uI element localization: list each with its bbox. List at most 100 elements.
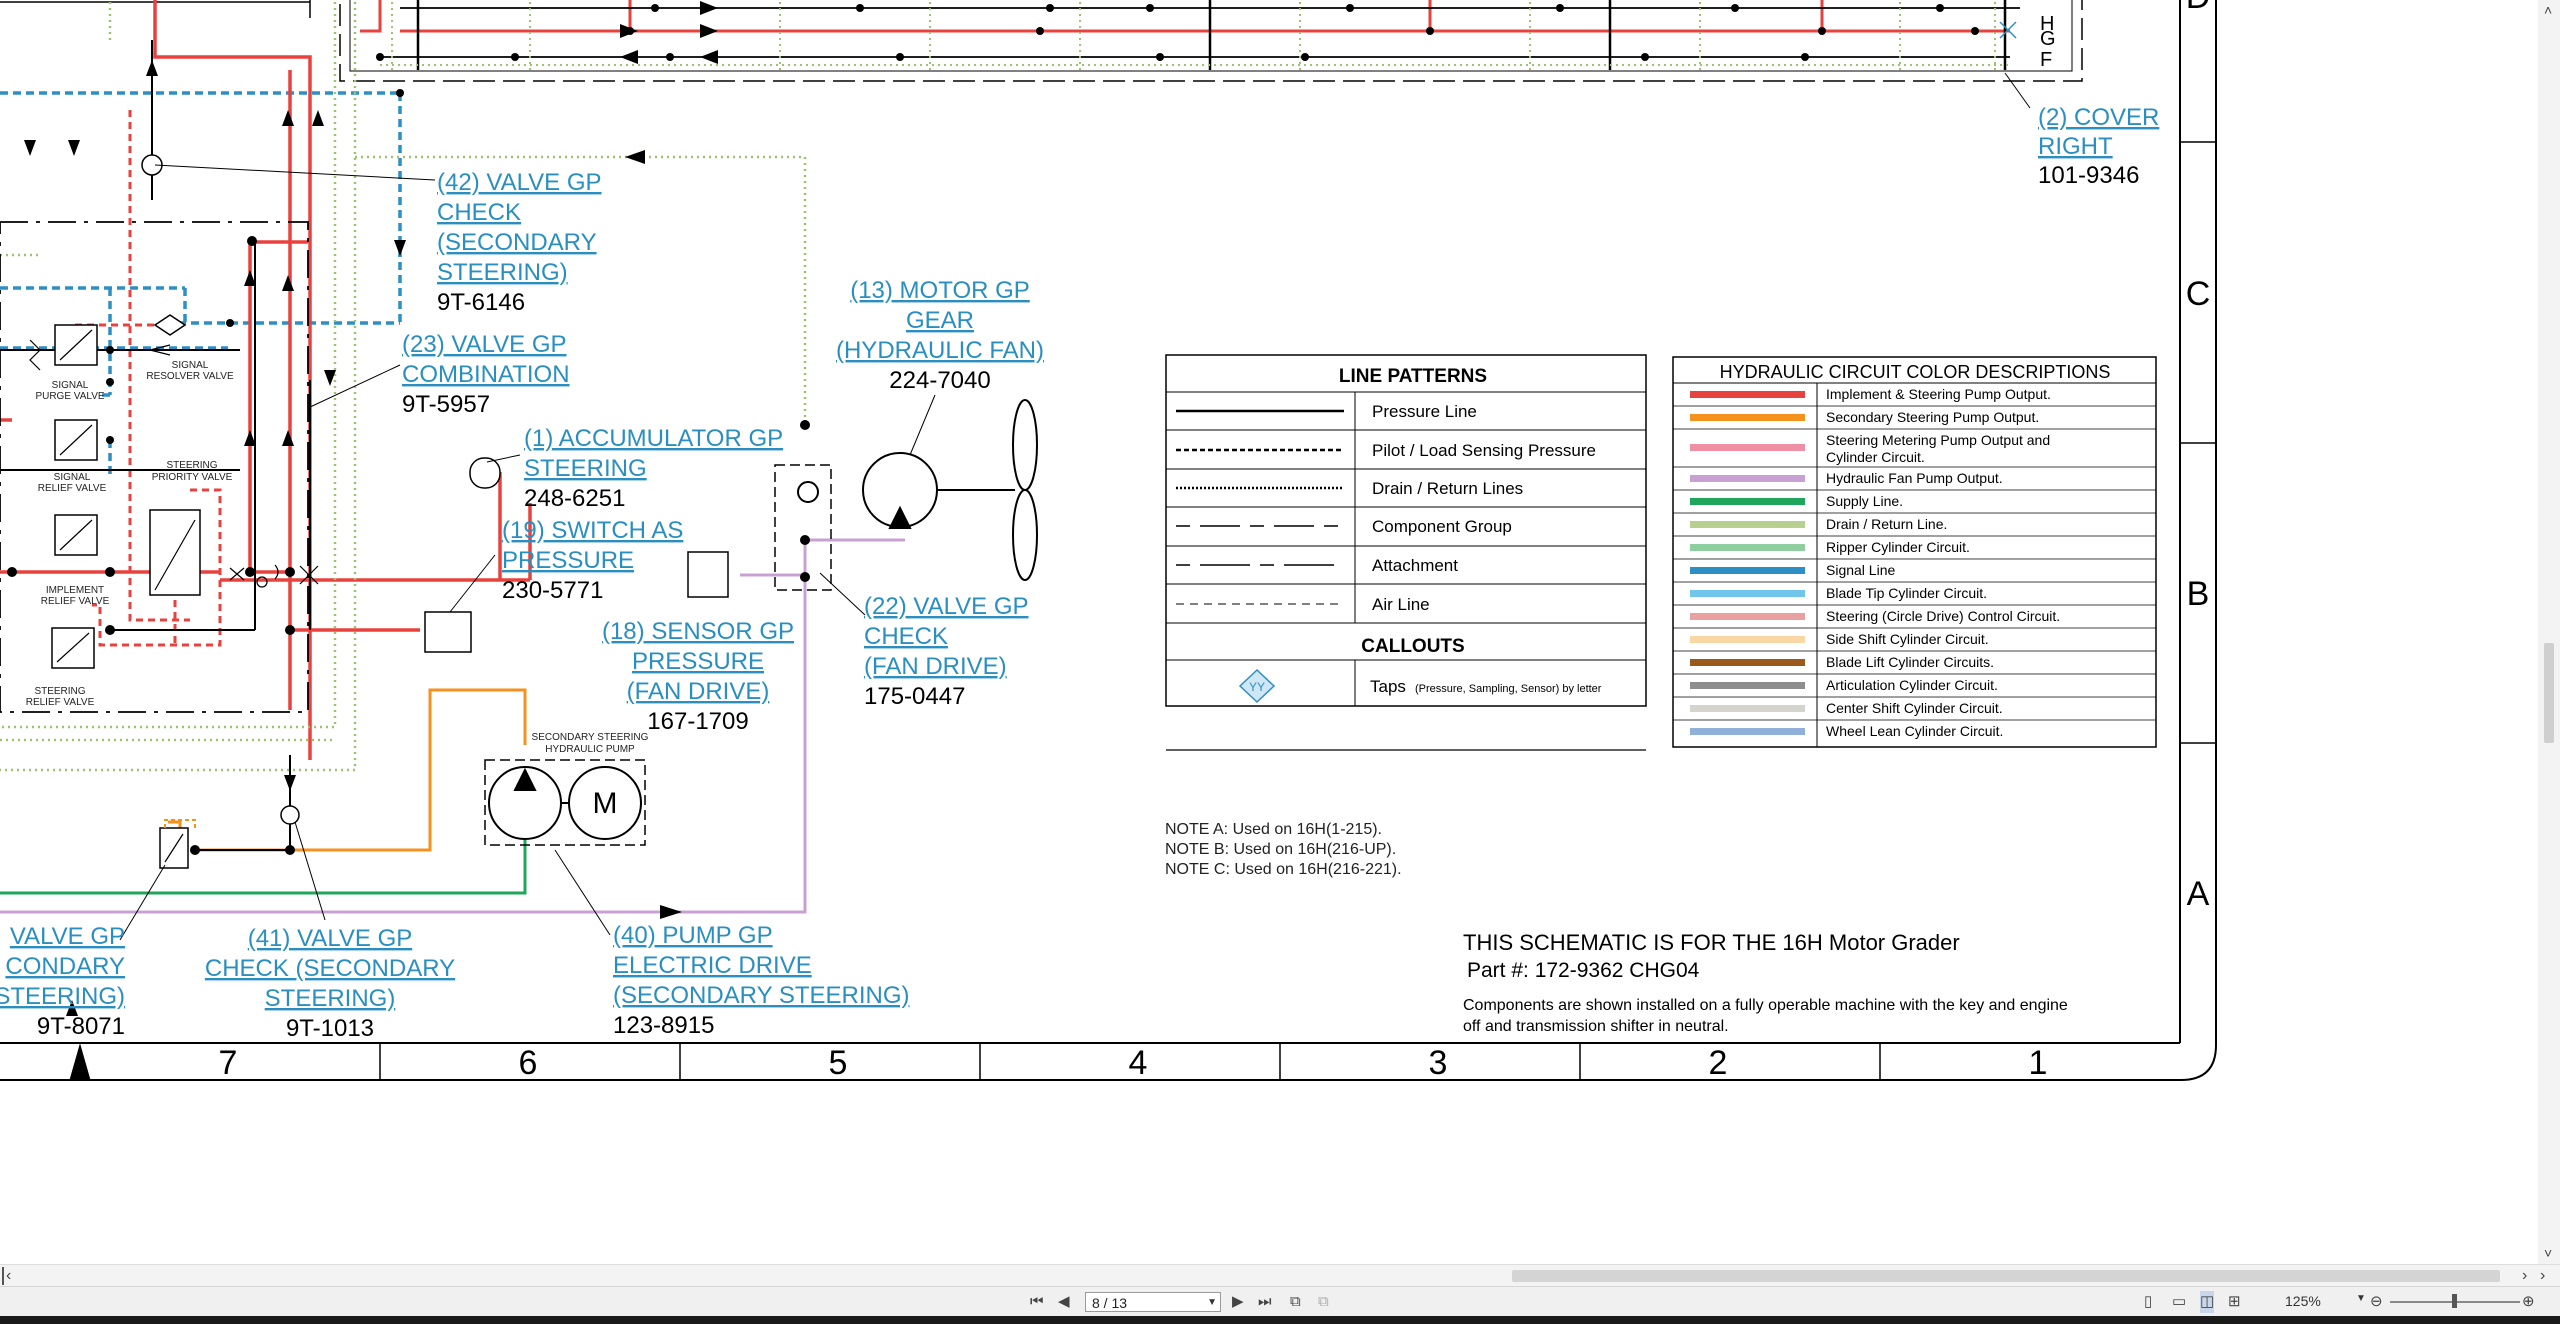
color-swatch (1690, 521, 1805, 528)
svg-text:(19) SWITCH AS: (19) SWITCH AS (502, 517, 683, 544)
book-view-icon[interactable]: ⊞ (2228, 1291, 2241, 1313)
color-legend-label: Steering (Circle Drive) Control Circuit. (1826, 608, 2060, 624)
secondary-pump-symbol (488, 766, 642, 840)
top-component-frame (0, 0, 2083, 82)
svg-text:NOTE B: Used on 16H(216-UP).: NOTE B: Used on 16H(216-UP). (1165, 841, 1396, 858)
svg-text:SECONDARY STEERING: SECONDARY STEERING (532, 732, 649, 743)
callout-check-42: (42) VALVE GP CHECK (SECONDARY STEERING)… (437, 169, 602, 316)
zoom-slider-handle[interactable] (2452, 1294, 2457, 1308)
callout-cover-right: (2) COVER RIGHT 101-9346 (2038, 104, 2159, 189)
color-legend-row: Articulation Cylinder Circuit. (1673, 677, 2156, 698)
connector-f: F (2040, 49, 2052, 71)
color-legend-row: Hydraulic Fan Pump Output. (1673, 470, 2156, 491)
svg-text:Part #: 172-9362 CHG04: Part #: 172-9362 CHG04 (1467, 959, 1700, 982)
grid-col-1: 1 (2029, 1044, 2048, 1082)
callout-switch-19: (19) SWITCH AS PRESSURE 230-5771 (502, 517, 683, 604)
svg-text:PRIORITY VALVE: PRIORITY VALVE (152, 472, 233, 483)
color-legend-label: Drain / Return Line. (1826, 516, 1947, 532)
continuous-view-icon[interactable]: ▭ (2172, 1291, 2186, 1313)
horizontal-scroll-thumb[interactable] (1512, 1270, 2500, 1282)
two-page-view-icon[interactable]: ◫ (2200, 1291, 2215, 1313)
svg-text:(2) COVER[interactable]: (2) COVER (2038, 104, 2159, 131)
svg-text:YY: YY (1249, 680, 1265, 694)
svg-text:PRESSURE: PRESSURE (502, 547, 634, 574)
grid-col-3: 3 (1429, 1044, 1448, 1082)
svg-text:STEERING): STEERING) (437, 259, 568, 286)
document-viewport[interactable]: H G F M SIGNAL PURGE VALVE SIGNAL RESOLV… (0, 0, 2560, 1264)
color-legend-row: Drain / Return Line. (1673, 516, 2156, 537)
vertical-scrollbar[interactable]: ˄ ˅ (2538, 0, 2560, 1264)
callout-motor-13: (13) MOTOR GP GEAR (HYDRAULIC FAN) 224-7… (836, 277, 1044, 394)
copy-page-icon[interactable]: ⧉ (1290, 1291, 1301, 1313)
page-indicator: 8 / 13 (1092, 1295, 1128, 1311)
color-legend-label: Hydraulic Fan Pump Output. (1826, 470, 2003, 486)
svg-text:ELECTRIC DRIVE: ELECTRIC DRIVE (613, 952, 812, 979)
svg-text:9T-1013: 9T-1013 (286, 1015, 374, 1042)
callout-sensor-18: (18) SENSOR GP PRESSURE (FAN DRIVE) 167-… (602, 618, 794, 735)
last-page-icon[interactable]: ⏭ (1258, 1291, 1272, 1313)
grid-row-b: B (2187, 575, 2210, 613)
svg-text:(40) PUMP GP: (40) PUMP GP (613, 922, 773, 949)
scroll-end-icon[interactable]: › (2540, 1267, 2545, 1285)
callout-accumulator-1: (1) ACCUMULATOR GP STEERING 248-6251 (524, 425, 783, 512)
svg-text:(22) VALVE GP: (22) VALVE GP (864, 593, 1029, 620)
svg-text:THIS SCHEMATIC IS FOR THE 16H: THIS SCHEMATIC IS FOR THE 16H Motor Grad… (1463, 930, 1960, 955)
svg-text:101-9346: 101-9346 (2038, 162, 2139, 189)
svg-text:SIGNAL: SIGNAL (52, 380, 89, 391)
scroll-right-icon[interactable]: › (2522, 1267, 2527, 1285)
previous-page-icon[interactable]: ◀ (1058, 1291, 1070, 1313)
svg-text:CHECK: CHECK (437, 199, 521, 226)
horizontal-scrollbar[interactable]: ‹ › › (0, 1264, 2560, 1287)
svg-text:CHECK: CHECK (864, 623, 948, 650)
vertical-scroll-thumb[interactable] (2544, 643, 2554, 743)
svg-text:(SECONDARY STEERING): (SECONDARY STEERING) (613, 982, 910, 1009)
grid-col-2: 2 (1709, 1044, 1728, 1082)
svg-text:(23) VALVE GP: (23) VALVE GP (402, 331, 567, 358)
color-legend-label: Implement & Steering Pump Output. (1826, 386, 2051, 402)
next-page-icon[interactable]: ▶ (1232, 1291, 1244, 1313)
color-descriptions-legend: HYDRAULIC CIRCUIT COLOR DESCRIPTIONS Imp… (1672, 356, 2157, 748)
svg-text:Attachment: Attachment (1372, 556, 1458, 575)
page-dropdown-icon[interactable]: ▼ (1207, 1293, 1217, 1313)
color-swatch (1690, 613, 1805, 620)
single-page-view-icon[interactable]: ▯ (2144, 1291, 2152, 1313)
paste-page-icon[interactable]: ⧉ (1318, 1291, 1329, 1313)
taskbar-edge (0, 1316, 2560, 1324)
callouts-title: CALLOUTS (1361, 636, 1464, 657)
first-page-icon[interactable]: ⏮ (1030, 1291, 1044, 1313)
svg-text:Pilot / Load Sensing Pressure: Pilot / Load Sensing Pressure (1372, 441, 1596, 460)
page-number-field[interactable]: 8 / 13 ▼ (1085, 1292, 1221, 1312)
color-legend-row: Signal Line (1673, 562, 2156, 583)
scroll-down-icon[interactable]: ˅ (2544, 1245, 2552, 1261)
svg-text:167-1709: 167-1709 (647, 708, 748, 735)
zoom-out-icon[interactable]: ⊖ (2370, 1291, 2383, 1313)
color-swatch (1690, 567, 1805, 574)
hydraulic-schematic: H G F M SIGNAL PURGE VALVE SIGNAL RESOLV… (0, 0, 2217, 1082)
grid-col-4: 4 (1129, 1044, 1148, 1082)
color-legend-label-continued: Cylinder Circuit. (1826, 449, 1925, 465)
svg-text:STEERING): STEERING) (265, 985, 396, 1012)
svg-text:Taps: Taps (1370, 677, 1406, 696)
scroll-left-icon[interactable]: ‹ (2, 1267, 11, 1285)
color-swatch (1690, 705, 1805, 712)
svg-text:Air Line: Air Line (1372, 595, 1430, 614)
svg-text:(18) SENSOR GP: (18) SENSOR GP (602, 618, 794, 645)
scroll-up-icon[interactable]: ˄ (2544, 2, 2552, 18)
notes: NOTE A: Used on 16H(1-215). NOTE B: Used… (1165, 821, 1402, 878)
color-swatch (1690, 444, 1805, 451)
color-legend-label: Signal Line (1826, 562, 1895, 578)
svg-text:RESOLVER VALVE: RESOLVER VALVE (146, 371, 234, 382)
color-legend-label: Steering Metering Pump Output and (1826, 432, 2050, 448)
color-swatch (1690, 544, 1805, 551)
svg-text:Pressure Line: Pressure Line (1372, 402, 1477, 421)
svg-text:CONDARY: CONDARY (5, 953, 125, 980)
callout-combination-23: (23) VALVE GP COMBINATION 9T-5957 (402, 331, 570, 418)
zoom-level[interactable]: 125% (2285, 1293, 2321, 1309)
svg-text:RELIEF VALVE: RELIEF VALVE (26, 697, 95, 708)
zoom-in-icon[interactable]: ⊕ (2522, 1291, 2535, 1313)
line-patterns-legend: LINE PATTERNS Pressure Line Pilot / Load… (1165, 354, 1647, 751)
svg-text:PRESSURE: PRESSURE (632, 648, 764, 675)
svg-text:175-0447: 175-0447 (864, 683, 965, 710)
svg-text:RELIEF VALVE: RELIEF VALVE (38, 483, 107, 494)
zoom-dropdown-icon[interactable]: ▼ (2356, 1293, 2366, 1304)
